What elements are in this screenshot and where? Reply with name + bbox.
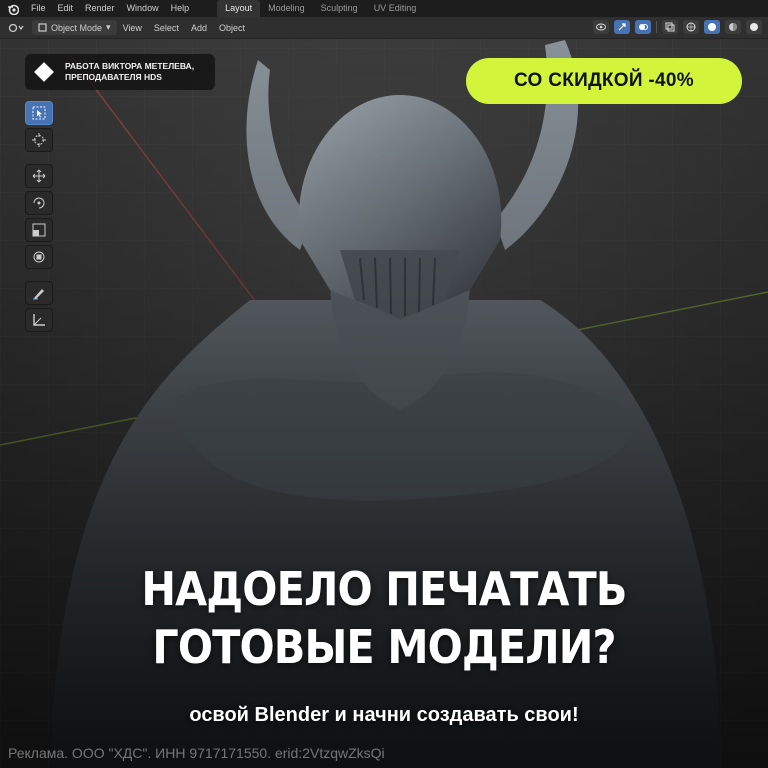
visibility-icon[interactable]	[593, 20, 609, 34]
editor-type-button[interactable]	[4, 20, 28, 35]
annotate-tool[interactable]	[25, 281, 53, 305]
discount-badge[interactable]: СО СКИДКОЙ -40%	[466, 58, 742, 104]
gizmo-icon[interactable]	[614, 20, 630, 34]
cursor-icon	[32, 133, 46, 147]
headline-line-2: ГОТОВЫЕ МОДЕЛИ?	[152, 620, 616, 674]
top-menu-bar: File Edit Render Window Help Layout Mode…	[0, 0, 768, 17]
tool-shelf	[25, 101, 53, 332]
object-mode-dropdown[interactable]: Object Mode ▾	[32, 20, 117, 35]
chevron-down-icon: ▾	[106, 22, 111, 32]
headline-line-1: НАДОЕЛО ПЕЧАТАТЬ	[141, 562, 627, 616]
author-line-1: РАБОТА ВИКТОРА МЕТЕЛЕВА,	[65, 61, 195, 71]
blender-logo-icon[interactable]	[6, 2, 20, 16]
tab-sculpting[interactable]: Sculpting	[313, 0, 366, 17]
ad-disclaimer: Реклама. ООО "ХДС". ИНН 9717171550. erid…	[8, 745, 385, 761]
author-text: РАБОТА ВИКТОРА МЕТЕЛЕВА, ПРЕПОДАВАТЕЛЯ H…	[65, 61, 194, 83]
tab-modeling[interactable]: Modeling	[260, 0, 313, 17]
viewport-header: Object Mode ▾ View Select Add Object	[0, 17, 768, 39]
rotate-tool[interactable]	[25, 191, 53, 215]
xray-icon[interactable]	[662, 20, 678, 34]
measure-icon	[33, 314, 45, 326]
menu-file[interactable]: File	[25, 0, 52, 17]
move-tool[interactable]	[25, 164, 53, 188]
header-menu-object[interactable]: Object	[213, 23, 251, 33]
wireframe-shading-icon[interactable]	[683, 20, 699, 34]
measure-tool[interactable]	[25, 308, 53, 332]
material-shading-icon[interactable]	[725, 20, 741, 34]
solid-shading-icon[interactable]	[704, 20, 720, 34]
select-box-icon	[32, 106, 46, 120]
header-menu-view[interactable]: View	[117, 23, 148, 33]
annotate-icon	[33, 289, 44, 300]
scale-icon	[32, 223, 46, 237]
blender-window: File Edit Render Window Help Layout Mode…	[0, 0, 768, 768]
transform-tool[interactable]	[25, 245, 53, 269]
header-separator	[656, 21, 657, 33]
menu-help[interactable]: Help	[165, 0, 196, 17]
overlay-icon[interactable]	[635, 20, 651, 34]
author-line-2: ПРЕПОДАВАТЕЛЯ HDS	[65, 72, 162, 82]
object-mode-icon	[38, 23, 47, 32]
menu-window[interactable]: Window	[121, 0, 165, 17]
menu-edit[interactable]: Edit	[52, 0, 80, 17]
headline: НАДОЕЛО ПЕЧАТАТЬ ГОТОВЫЕ МОДЕЛИ?	[38, 560, 729, 676]
tab-layout[interactable]: Layout	[217, 0, 261, 17]
rendered-shading-icon[interactable]	[746, 20, 762, 34]
select-box-tool[interactable]	[25, 101, 53, 125]
header-menu-select[interactable]: Select	[148, 23, 185, 33]
author-badge: РАБОТА ВИКТОРА МЕТЕЛЕВА, ПРЕПОДАВАТЕЛЯ H…	[25, 54, 215, 90]
transform-icon	[33, 251, 45, 263]
menu-render[interactable]: Render	[79, 0, 121, 17]
cursor-tool[interactable]	[25, 128, 53, 152]
toolbar-gap	[25, 155, 53, 161]
object-mode-label: Object Mode	[51, 22, 103, 33]
header-menu-add[interactable]: Add	[185, 23, 213, 33]
move-icon	[32, 169, 46, 183]
subheadline: освой Blender и начни создавать свои!	[189, 704, 579, 726]
diamond-logo-icon	[34, 62, 54, 82]
toolbar-gap	[25, 272, 53, 278]
scale-tool[interactable]	[25, 218, 53, 242]
rotate-icon	[33, 197, 45, 209]
tab-uv-editing[interactable]: UV Editing	[366, 0, 425, 17]
header-right-controls	[593, 19, 762, 35]
